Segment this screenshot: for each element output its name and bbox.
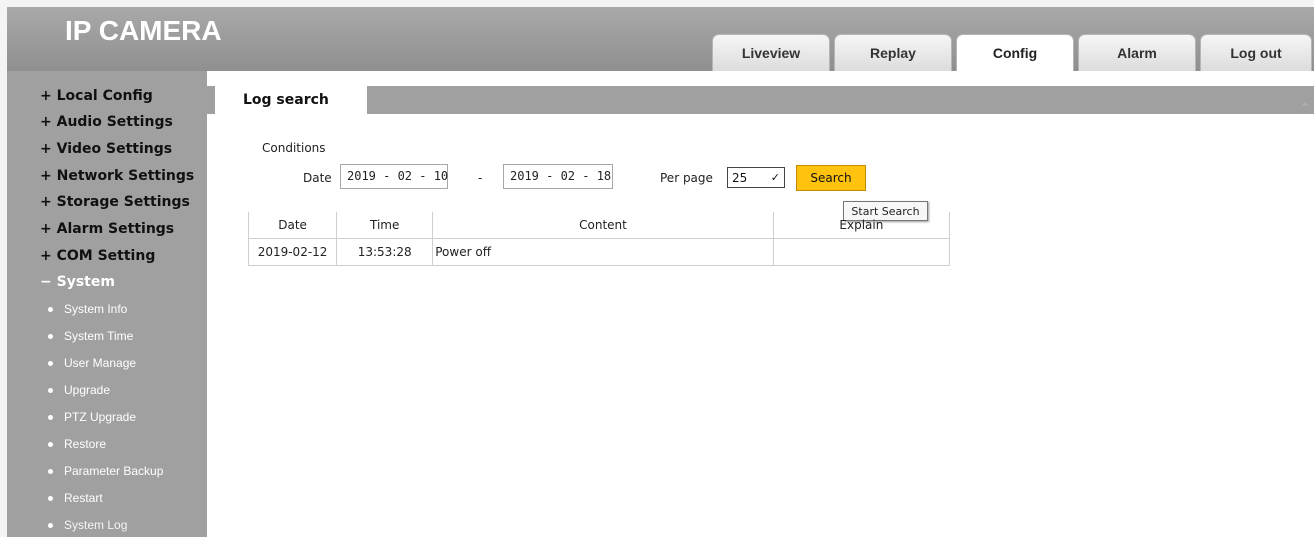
- tab-alarm[interactable]: Alarm: [1078, 34, 1196, 71]
- column-header-content: Content: [432, 212, 774, 239]
- sidebar-subitem-user-manage[interactable]: User Manage: [48, 356, 136, 370]
- sidebar-item-alarm-settings[interactable]: + Alarm Settings: [40, 221, 174, 237]
- sidebar-subitem-parameter-backup[interactable]: Parameter Backup: [48, 464, 163, 478]
- sidebar-subitem-label: System Info: [64, 302, 128, 316]
- search-button[interactable]: Search: [796, 165, 866, 191]
- chevron-down-icon: ✓: [770, 171, 780, 184]
- sidebar-subitem-label: Parameter Backup: [64, 464, 164, 478]
- sidebar-subitem-upgrade[interactable]: Upgrade: [48, 383, 110, 397]
- sidebar-subitem-system-info[interactable]: System Info: [48, 302, 127, 316]
- tab-log-search[interactable]: Log search: [215, 86, 367, 114]
- bullet-icon: [48, 441, 53, 447]
- sidebar-item-storage-settings[interactable]: + Storage Settings: [40, 194, 190, 210]
- date-label: Date: [303, 171, 332, 185]
- cell-time: 13:53:28: [336, 238, 434, 266]
- per-page-value: 25: [732, 170, 748, 185]
- main-panel: Log search ⌃ Conditions Date 2019 - 02 -…: [207, 71, 1314, 537]
- table-row[interactable]: 2019-02-12 13:53:28 Power off: [247, 238, 951, 266]
- panel-tab-strip: [207, 86, 1314, 114]
- tab-logout[interactable]: Log out: [1200, 34, 1312, 71]
- table-header-row: Date Time Content Explain: [247, 212, 951, 239]
- app-frame: IP CAMERA Liveview Replay Config Alarm L…: [0, 0, 1314, 537]
- cell-date: 2019-02-12: [247, 238, 338, 266]
- conditions-label: Conditions: [262, 141, 326, 155]
- sidebar-item-video-settings[interactable]: + Video Settings: [40, 141, 172, 157]
- sidebar-subitem-restore[interactable]: Restore: [48, 437, 106, 451]
- sidebar-subitem-label: Upgrade: [64, 383, 111, 397]
- sidebar-subitem-label: Restart: [64, 491, 103, 505]
- per-page-label: Per page: [660, 171, 713, 185]
- sidebar-subitem-label: User Manage: [64, 356, 137, 370]
- sidebar-item-network-settings[interactable]: + Network Settings: [40, 168, 194, 184]
- app-logo: IP CAMERA: [65, 15, 222, 46]
- log-table: Date Time Content Explain 2019-02-12 13:…: [247, 212, 951, 266]
- bullet-icon: [48, 306, 53, 312]
- sidebar-subitem-restart[interactable]: Restart: [48, 491, 103, 505]
- date-from-field[interactable]: 2019 - 02 - 10: [340, 164, 448, 189]
- bullet-icon: [48, 468, 53, 474]
- bullet-icon: [48, 414, 53, 420]
- bullet-icon: [48, 333, 53, 339]
- tab-liveview[interactable]: Liveview: [712, 34, 830, 71]
- per-page-select[interactable]: 25 ✓: [727, 167, 785, 188]
- sidebar-subitem-ptz-upgrade[interactable]: PTZ Upgrade: [48, 410, 136, 424]
- sidebar-item-audio-settings[interactable]: + Audio Settings: [40, 114, 173, 130]
- sidebar-subitem-label: System Log: [64, 518, 128, 532]
- cell-content: Power off: [432, 238, 774, 266]
- column-header-time: Time: [336, 212, 434, 239]
- tab-config[interactable]: Config: [956, 34, 1074, 71]
- date-separator: -: [478, 171, 483, 185]
- sidebar-subitem-system-log[interactable]: System Log: [48, 518, 127, 532]
- sidebar-item-local-config[interactable]: + Local Config: [40, 88, 153, 104]
- date-to-field[interactable]: 2019 - 02 - 18: [503, 164, 613, 189]
- cell-explain: [773, 238, 951, 266]
- sidebar-item-system[interactable]: − System: [40, 274, 115, 290]
- sidebar: + Local Config + Audio Settings + Video …: [7, 71, 207, 537]
- bullet-icon: [48, 387, 53, 393]
- app-header: IP CAMERA Liveview Replay Config Alarm L…: [7, 7, 1314, 71]
- sidebar-subitem-label: PTZ Upgrade: [64, 410, 137, 424]
- scroll-up-icon[interactable]: ⌃: [1300, 102, 1310, 114]
- bullet-icon: [48, 495, 53, 501]
- sidebar-item-com-setting[interactable]: + COM Setting: [40, 248, 155, 264]
- bullet-icon: [48, 360, 53, 366]
- column-header-explain: Explain: [773, 212, 951, 239]
- sidebar-subitem-label: Restore: [64, 437, 107, 451]
- bullet-icon: [48, 522, 53, 528]
- sidebar-subitem-label: System Time: [64, 329, 134, 343]
- tab-replay[interactable]: Replay: [834, 34, 952, 71]
- sidebar-subitem-system-time[interactable]: System Time: [48, 329, 133, 343]
- column-header-date: Date: [247, 212, 338, 239]
